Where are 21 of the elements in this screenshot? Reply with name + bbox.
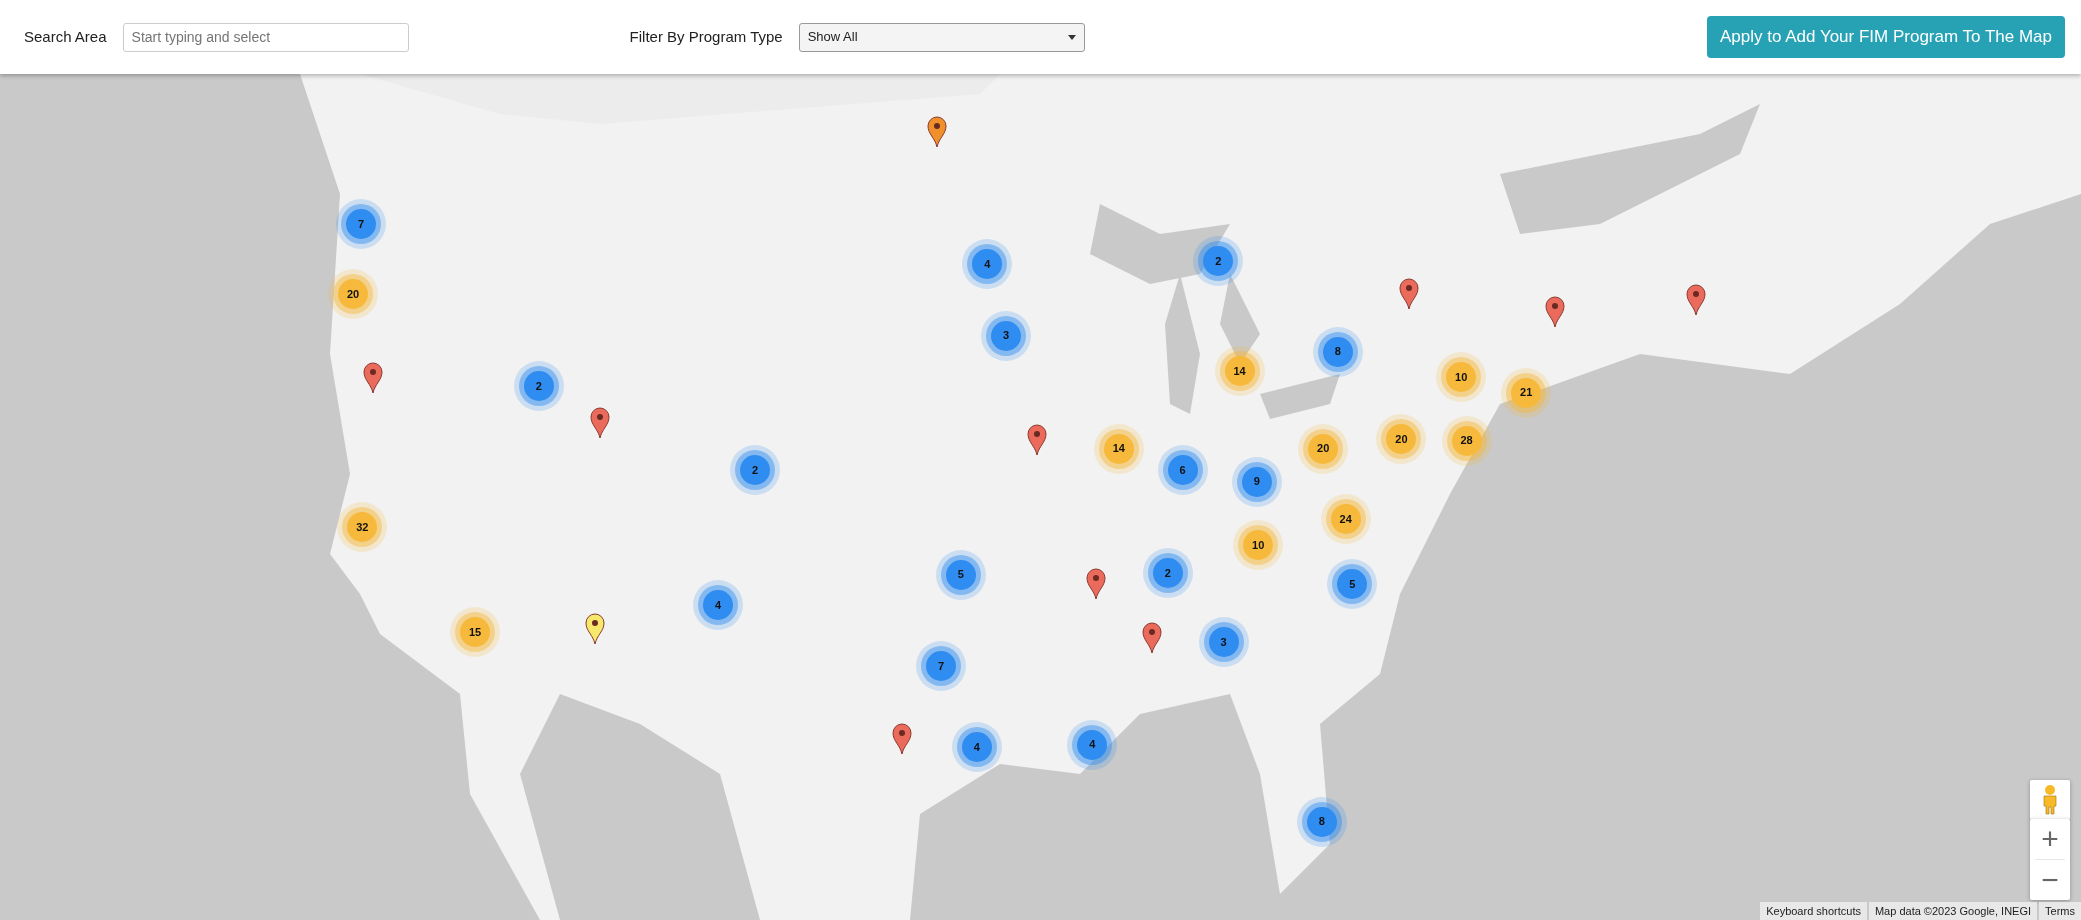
map-pin-icon[interactable] [926,116,947,149]
map-pin-icon[interactable] [1399,278,1420,311]
map-pin-icon[interactable] [1141,622,1162,655]
filter-label: Filter By Program Type [629,26,783,47]
map-pin-icon[interactable] [1686,283,1707,316]
dropdown-value: Show All [807,28,858,47]
map-pin-icon[interactable] [1026,424,1047,457]
person-icon [2042,785,2058,815]
search-field[interactable]: Start typing and select [122,22,409,52]
map-pin-icon[interactable] [589,407,610,440]
program-type-dropdown[interactable]: Show All [798,22,1085,52]
search-label: Search Area [24,26,107,47]
map-pin-icon[interactable] [584,613,605,646]
caret-icon [1067,34,1076,40]
map-pin-icon[interactable] [1086,567,1107,600]
zoom-in-button[interactable]: + [2030,819,2070,859]
apply-button[interactable]: Apply to Add Your FIM Program To The Map [1707,16,2065,58]
map-pin-icon[interactable] [1545,295,1566,328]
map-pin-icon[interactable] [362,362,383,395]
map-pin-icon[interactable] [892,723,913,756]
zoom-out-button[interactable]: − [2030,860,2070,900]
